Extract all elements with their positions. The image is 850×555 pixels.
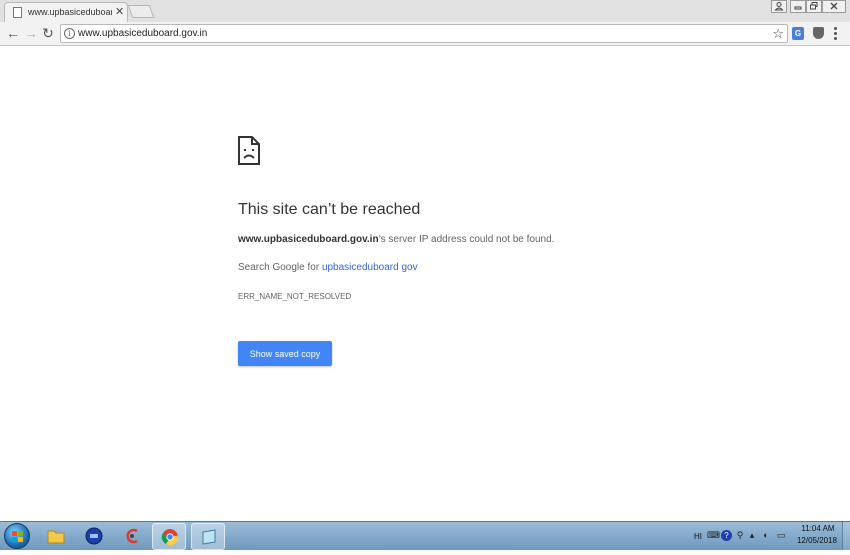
reload-icon: ↻	[42, 25, 54, 41]
error-description: www.upbasiceduboard.gov.in’s server IP a…	[238, 234, 554, 245]
browser-titlebar: www.upbasiceduboard.gov.in ✕	[0, 0, 850, 22]
show-desktop-button[interactable]	[842, 522, 850, 550]
window-icon	[202, 529, 216, 545]
windows-taskbar: HI ⌨ ? ⚲ ▴ ◖ ▭ 11:04 AM 12/05/2018	[0, 521, 850, 550]
close-icon	[830, 2, 838, 10]
error-code: ERR_NAME_NOT_RESOLVED	[238, 292, 352, 301]
back-arrow-icon: ←	[6, 25, 20, 41]
help-icon[interactable]: ?	[721, 530, 732, 541]
forward-arrow-icon: →	[24, 25, 38, 41]
error-description-text: ’s server IP address could not be found.	[378, 234, 555, 245]
tray-app-icon[interactable]: ⚲	[735, 530, 745, 541]
clock-date[interactable]: 12/05/2018	[796, 536, 838, 545]
taskbar-item-window-app[interactable]	[191, 523, 225, 550]
url-text[interactable]: www.upbasiceduboard.gov.in	[78, 28, 207, 39]
folder-icon	[47, 530, 65, 544]
shield-extension-icon[interactable]	[813, 27, 824, 39]
browser-menu-icon[interactable]	[834, 27, 838, 41]
swirl-icon	[126, 528, 138, 544]
site-info-icon[interactable]: i	[64, 28, 75, 39]
page-favicon-icon	[13, 7, 22, 18]
search-suggestion: Search Google for upbasiceduboard gov	[238, 262, 418, 273]
keyboard-icon[interactable]: ⌨	[707, 530, 720, 541]
address-bar[interactable]: i www.upbasiceduboard.gov.in ☆	[60, 24, 788, 43]
blue-disc-icon	[85, 527, 103, 545]
clock-time[interactable]: 11:04 AM	[800, 524, 836, 533]
translate-extension-icon[interactable]: G	[792, 27, 804, 40]
error-domain: www.upbasiceduboard.gov.in	[238, 234, 379, 245]
reload-button[interactable]: ↻	[40, 25, 56, 41]
volume-icon[interactable]: ◖	[760, 530, 770, 541]
error-heading: This site can’t be reached	[238, 201, 421, 218]
chrome-icon	[161, 529, 179, 546]
browser-tab[interactable]: www.upbasiceduboard.gov.in ✕	[4, 2, 128, 22]
search-suggestion-prefix: Search Google for	[238, 262, 322, 273]
new-tab-button[interactable]	[127, 5, 155, 18]
taskbar-item-file-explorer[interactable]	[39, 523, 73, 550]
windows-logo-icon	[12, 531, 23, 542]
taskbar-item-cleaner-app[interactable]	[115, 523, 149, 550]
tab-title: www.upbasiceduboard.gov.in	[28, 7, 112, 17]
user-profile-button[interactable]	[771, 0, 787, 13]
tab-close-icon[interactable]: ✕	[115, 5, 124, 19]
restore-button[interactable]	[806, 0, 822, 13]
bookmark-star-icon[interactable]: ☆	[772, 25, 784, 42]
user-icon	[774, 2, 784, 11]
forward-button[interactable]: →	[23, 25, 39, 41]
show-hidden-icons-icon[interactable]: ▴	[747, 530, 757, 541]
back-button[interactable]: ←	[5, 25, 21, 41]
network-icon[interactable]: ▭	[776, 530, 786, 541]
minimize-icon	[794, 6, 802, 10]
taskbar-item-media-app[interactable]	[77, 523, 111, 550]
sad-document-icon	[238, 136, 260, 165]
minimize-button[interactable]	[790, 0, 806, 13]
browser-toolbar: ← → ↻ i www.upbasiceduboard.gov.in ☆	[0, 22, 850, 46]
search-google-link[interactable]: upbasiceduboard gov	[322, 262, 418, 273]
taskbar-item-chrome[interactable]	[152, 523, 186, 550]
start-button[interactable]	[4, 523, 30, 549]
restore-icon	[810, 2, 818, 10]
close-window-button[interactable]	[822, 0, 846, 13]
language-indicator[interactable]: HI	[694, 532, 702, 541]
show-saved-copy-button[interactable]: Show saved copy	[238, 341, 332, 366]
